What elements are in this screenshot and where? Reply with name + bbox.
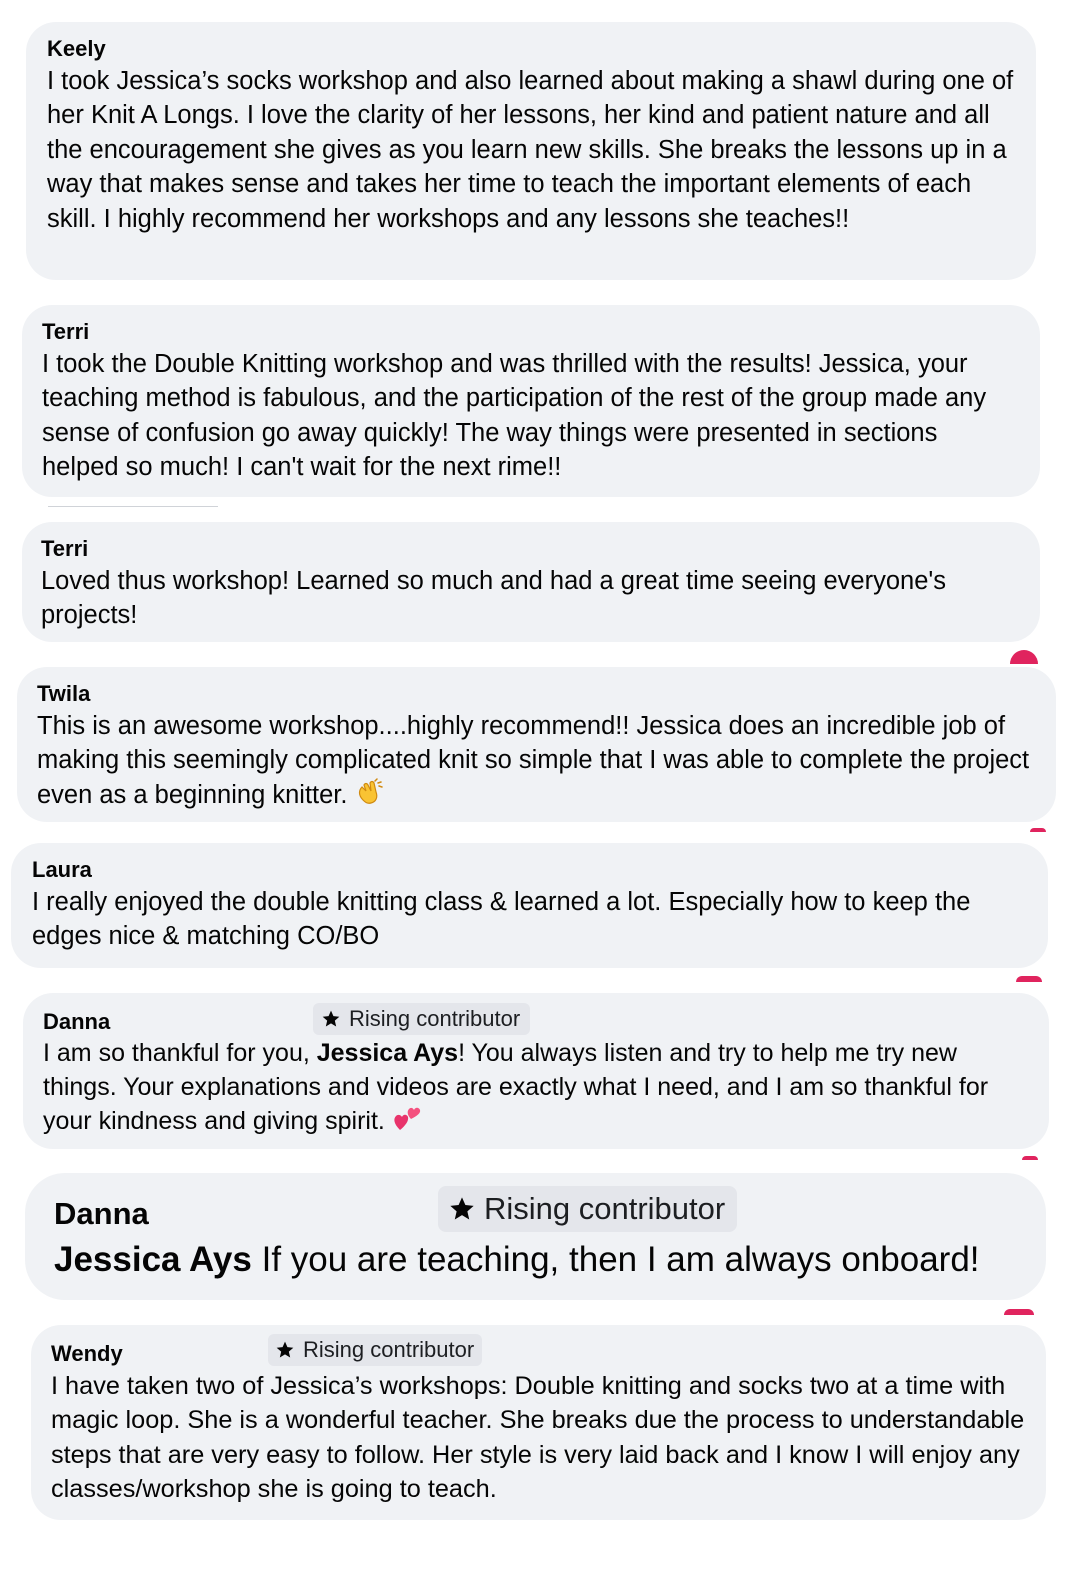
reaction-icon[interactable]	[1016, 976, 1042, 982]
rising-contributor-badge: Rising contributor	[313, 1003, 531, 1035]
cropped-edge	[48, 506, 218, 507]
two-hearts-emoji	[392, 1104, 422, 1142]
commenter-name[interactable]: Wendy	[51, 1341, 1026, 1367]
comment-text-before: I am so thankful for you,	[43, 1039, 310, 1067]
commenter-name[interactable]: Terri	[42, 319, 1020, 345]
star-icon	[276, 1341, 294, 1358]
comment-text: I took Jessica’s socks workshop and also…	[47, 67, 1014, 233]
comment-bubble-laura: Laura I really enjoyed the double knitti…	[11, 843, 1048, 968]
commenter-name[interactable]: Terri	[41, 536, 1021, 562]
mention-link[interactable]: Jessica Ays	[317, 1039, 458, 1067]
rising-contributor-badge: Rising contributor	[268, 1334, 483, 1366]
badge-label: Rising contributor	[349, 1006, 521, 1031]
comments-screenshot: Keely I took Jessica’s socks workshop an…	[0, 0, 1080, 1580]
commenter-name[interactable]: Danna	[43, 1009, 1029, 1035]
badge-label: Rising contributor	[303, 1337, 475, 1362]
comment-text-after: If you are teaching, then I am always on…	[261, 1240, 980, 1279]
comment-bubble-terri-1: Terri I took the Double Knitting worksho…	[22, 305, 1040, 497]
comment-bubble-danna-1: Danna Rising contributor I am so thankfu…	[23, 993, 1049, 1149]
star-icon	[322, 1010, 340, 1027]
comment-text: This is an awesome workshop....highly re…	[37, 709, 1036, 815]
reaction-icon[interactable]	[1022, 1156, 1038, 1160]
comment-bubble-danna-2: Danna Rising contributor Jessica Ays If …	[25, 1173, 1046, 1300]
comment-text: Jessica Ays If you are teaching, then I …	[54, 1237, 1017, 1283]
comment-text: I really enjoyed the double knitting cla…	[32, 888, 971, 951]
commenter-name[interactable]: Keely	[47, 36, 1015, 62]
reaction-icon[interactable]	[1004, 1309, 1034, 1315]
comment-text: I have taken two of Jessica’s workshops:…	[51, 1372, 1025, 1504]
mention-link[interactable]: Jessica Ays	[54, 1240, 252, 1279]
star-icon	[450, 1197, 474, 1220]
clapping-hands-emoji	[355, 778, 383, 815]
comment-text: Loved thus workshop! Learned so much and…	[41, 567, 947, 630]
commenter-name[interactable]: Laura	[32, 857, 1027, 883]
comment-bubble-wendy: Wendy Rising contributor I have taken tw…	[31, 1325, 1046, 1520]
commenter-name[interactable]: Twila	[37, 681, 1036, 707]
comment-bubble-terri-2: Terri Loved thus workshop! Learned so mu…	[22, 522, 1040, 642]
comment-text: I took the Double Knitting workshop and …	[42, 350, 987, 482]
reaction-icon[interactable]	[1010, 650, 1038, 664]
badge-label: Rising contributor	[484, 1191, 726, 1226]
comment-text-body: This is an awesome workshop....highly re…	[37, 712, 1030, 809]
comment-bubble-keely: Keely I took Jessica’s socks workshop an…	[26, 22, 1036, 280]
rising-contributor-badge: Rising contributor	[438, 1186, 738, 1232]
reaction-icon[interactable]	[1030, 828, 1046, 832]
comment-text: I am so thankful for you, Jessica Ays! Y…	[43, 1037, 1029, 1142]
comment-bubble-twila: Twila This is an awesome workshop....hig…	[17, 667, 1056, 822]
